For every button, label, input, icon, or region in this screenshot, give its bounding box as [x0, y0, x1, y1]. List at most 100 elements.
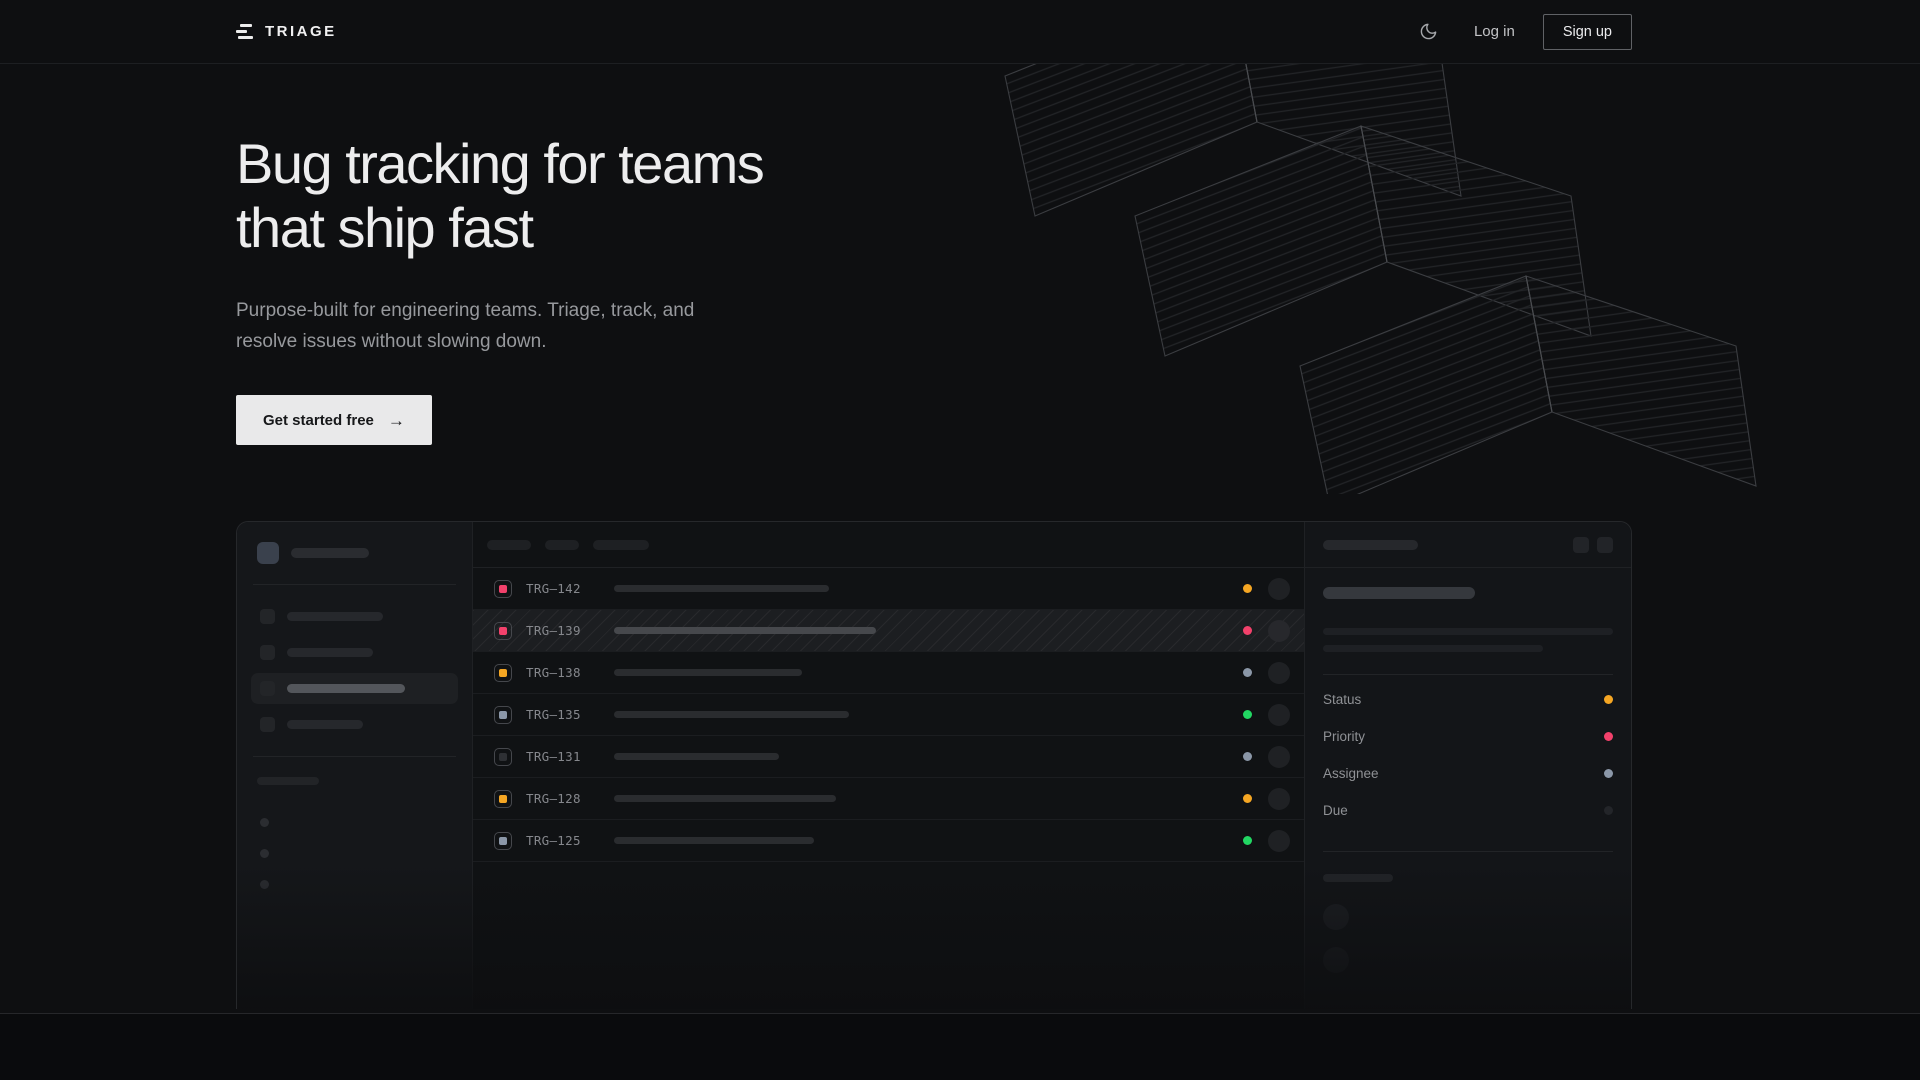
issue-type-icon-fill [499, 669, 507, 677]
comment-list [1323, 904, 1613, 973]
detail-line-skeleton [1323, 628, 1613, 635]
issue-id: TRG–131 [526, 749, 602, 764]
page-title: Bug tracking for teams that ship fast [236, 132, 1632, 260]
sidebar-section-label-skeleton [257, 777, 319, 785]
assignee-avatar-skeleton [1268, 662, 1290, 684]
issue-title-skeleton [614, 711, 849, 718]
signup-button[interactable]: Sign up [1543, 14, 1632, 50]
issue-title-skeleton [614, 837, 814, 844]
sidebar-item-label-skeleton [287, 720, 363, 729]
comment-avatar-skeleton [1323, 904, 1349, 930]
sidebar-item-label-skeleton [287, 684, 405, 693]
issue-title-skeleton [614, 627, 876, 634]
toolbar-pill-skeleton [593, 540, 649, 550]
issue-row: TRG–128 [473, 778, 1304, 820]
issue-title-skeleton [614, 669, 802, 676]
comment-avatar-skeleton [1323, 947, 1349, 973]
assignee-avatar-skeleton [1268, 704, 1290, 726]
issue-title-skeleton [614, 795, 836, 802]
detail-section-label-skeleton [1323, 874, 1393, 882]
property-label: Due [1323, 803, 1348, 818]
issue-row: TRG–139 [473, 610, 1304, 652]
sidebar-dot-skeleton [260, 880, 269, 889]
detail-header [1305, 522, 1631, 568]
sidebar-dot-skeleton [260, 849, 269, 858]
issue-id: TRG–125 [526, 833, 602, 848]
mockup-sidebar [237, 522, 473, 1009]
issue-type-icon [494, 622, 512, 640]
moon-icon [1419, 22, 1438, 41]
assignee-avatar-skeleton [1268, 620, 1290, 642]
get-started-button[interactable]: Get started free → [236, 395, 432, 445]
list-toolbar [473, 522, 1304, 568]
sidebar-item-icon-skeleton [260, 717, 275, 732]
workspace-avatar-skeleton [257, 542, 279, 564]
sidebar-dot-skeleton [260, 818, 269, 827]
issue-type-icon-fill [499, 585, 507, 593]
detail-header-skeleton [1323, 540, 1418, 550]
sidebar-item-label-skeleton [287, 648, 373, 657]
issue-row: TRG–131 [473, 736, 1304, 778]
property-label: Status [1323, 692, 1361, 707]
property-row: Priority [1323, 718, 1613, 755]
detail-panel: Status PriorityAssignee Due [1305, 522, 1631, 1009]
app-mockup-section: TRG–142 TRG–139 TRG–138 TRG–135 TRG–131 TRG–1… [236, 521, 1632, 1009]
detail-action-skeleton [1597, 537, 1613, 553]
issue-row: TRG–138 [473, 652, 1304, 694]
brand-logo[interactable]: TRIAGE [236, 23, 337, 40]
sidebar-divider [253, 756, 456, 757]
issue-title-skeleton [614, 753, 779, 760]
sidebar-item-icon-skeleton [260, 645, 275, 660]
sidebar-item [251, 673, 458, 704]
detail-title-skeleton [1323, 587, 1475, 599]
property-row: Due [1323, 792, 1613, 829]
status-dot [1243, 752, 1252, 761]
issue-type-icon-fill [499, 711, 507, 719]
arrow-right-icon: → [388, 411, 405, 431]
issue-type-icon-fill [499, 627, 507, 635]
property-value-dot [1604, 732, 1613, 741]
sidebar-dot-list [251, 818, 458, 889]
triage-logo-icon [236, 24, 254, 40]
property-list: Status PriorityAssignee Due [1323, 681, 1613, 829]
issue-type-icon [494, 664, 512, 682]
get-started-label: Get started free [263, 412, 374, 429]
assignee-avatar-skeleton [1268, 830, 1290, 852]
issue-type-icon [494, 790, 512, 808]
status-dot [1243, 584, 1252, 593]
issue-row: TRG–125 [473, 820, 1304, 862]
issue-id: TRG–139 [526, 623, 602, 638]
issue-id: TRG–135 [526, 707, 602, 722]
status-dot [1243, 668, 1252, 677]
sidebar-item-label-skeleton [287, 612, 383, 621]
property-value-dot [1604, 695, 1613, 704]
nav-actions: Log in Sign up [1412, 14, 1632, 50]
property-value-dot [1604, 769, 1613, 778]
issue-type-icon [494, 706, 512, 724]
detail-actions [1573, 537, 1613, 553]
property-value-dot [1604, 806, 1613, 815]
issue-list: TRG–142 TRG–139 TRG–138 TRG–135 TRG–131 TRG–1… [473, 568, 1304, 862]
theme-toggle-button[interactable] [1412, 15, 1446, 49]
hero-section: Bug tracking for teams that ship fast Pu… [236, 132, 1632, 445]
issue-type-icon [494, 580, 512, 598]
sidebar-item [251, 709, 458, 740]
toolbar-pill-skeleton [487, 540, 531, 550]
sidebar-item [251, 637, 458, 668]
property-row: Assignee [1323, 755, 1613, 792]
hero-subtitle: Purpose-built for engineering teams. Tri… [236, 295, 711, 357]
sidebar-item-icon-skeleton [260, 681, 275, 696]
issue-type-icon-fill [499, 753, 507, 761]
issue-id: TRG–128 [526, 791, 602, 806]
assignee-avatar-skeleton [1268, 578, 1290, 600]
assignee-avatar-skeleton [1268, 788, 1290, 810]
issue-id: TRG–138 [526, 665, 602, 680]
sidebar-item [251, 601, 458, 632]
issue-row: TRG–142 [473, 568, 1304, 610]
sidebar-item-icon-skeleton [260, 609, 275, 624]
issue-type-icon [494, 748, 512, 766]
assignee-avatar-skeleton [1268, 746, 1290, 768]
footer-band [0, 1013, 1920, 1080]
page-title-line2: that ship fast [236, 196, 1632, 260]
login-link[interactable]: Log in [1474, 23, 1515, 40]
